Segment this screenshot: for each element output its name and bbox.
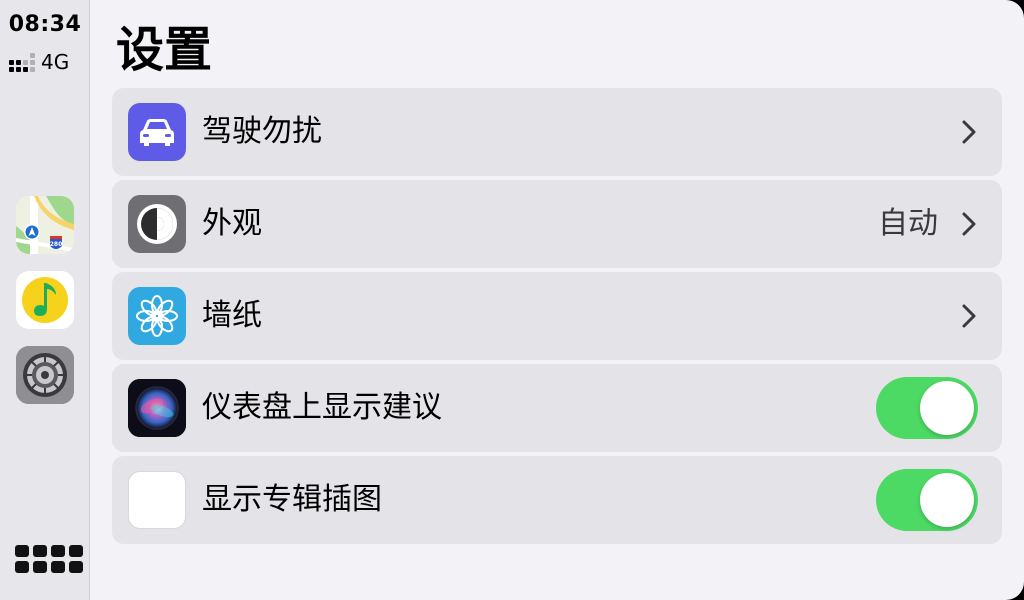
setting-label: 显示专辑插图 — [202, 482, 382, 517]
settings-list: 驾驶勿扰 外观 自动 墙纸 仪表盘上显示建议 显示专辑插图 — [112, 88, 1002, 548]
setting-row-driving-dnd[interactable]: 驾驶勿扰 — [112, 88, 1002, 176]
toggle-knob — [920, 381, 974, 435]
setting-label: 外观 — [202, 206, 262, 241]
settings-panel: 设置 驾驶勿扰 外观 自动 墙纸 仪表盘上显示建议 显示专辑插图 — [90, 0, 1024, 600]
setting-value: 自动 — [878, 206, 938, 241]
setting-label: 仪表盘上显示建议 — [202, 390, 442, 425]
settings-icon — [16, 346, 74, 404]
carplay-screen: 08:34 4G 280 设置 驾驶勿扰 外观 自动 墙纸 仪表盘上显示建议 显… — [0, 0, 1024, 600]
setting-label: 墙纸 — [202, 298, 262, 333]
setting-row-album-art: 显示专辑插图 — [112, 456, 1002, 544]
setting-row-dashboard-suggestions: 仪表盘上显示建议 — [112, 364, 1002, 452]
setting-row-appearance[interactable]: 外观 自动 — [112, 180, 1002, 268]
maps-app-button[interactable]: 280 — [16, 196, 74, 254]
qq-music-icon — [16, 271, 74, 329]
qq-music-app-button[interactable] — [16, 271, 74, 329]
signal-strength-icon — [9, 52, 35, 72]
settings-app-button[interactable] — [16, 346, 74, 404]
setting-row-wallpaper[interactable]: 墙纸 — [112, 272, 1002, 360]
siri-icon — [128, 379, 186, 437]
car-icon — [128, 103, 186, 161]
app-grid-icon[interactable] — [15, 545, 83, 573]
status-network: 4G — [9, 50, 69, 74]
music-waveform-icon — [128, 471, 186, 529]
chevron-right-icon — [962, 120, 976, 144]
toggle-knob — [920, 473, 974, 527]
album-art-toggle[interactable] — [876, 469, 978, 531]
chevron-right-icon — [962, 212, 976, 236]
network-type: 4G — [41, 50, 70, 74]
maps-icon: 280 — [16, 196, 74, 254]
carplay-dock: 08:34 4G 280 — [0, 0, 90, 600]
chevron-right-icon — [962, 304, 976, 328]
status-time: 08:34 — [8, 12, 82, 37]
page-title: 设置 — [116, 22, 213, 78]
dashboard-suggestions-toggle[interactable] — [876, 377, 978, 439]
setting-label: 驾驶勿扰 — [202, 114, 322, 149]
appearance-icon — [128, 195, 186, 253]
svg-text:280: 280 — [50, 241, 63, 248]
wallpaper-flower-icon — [128, 287, 186, 345]
